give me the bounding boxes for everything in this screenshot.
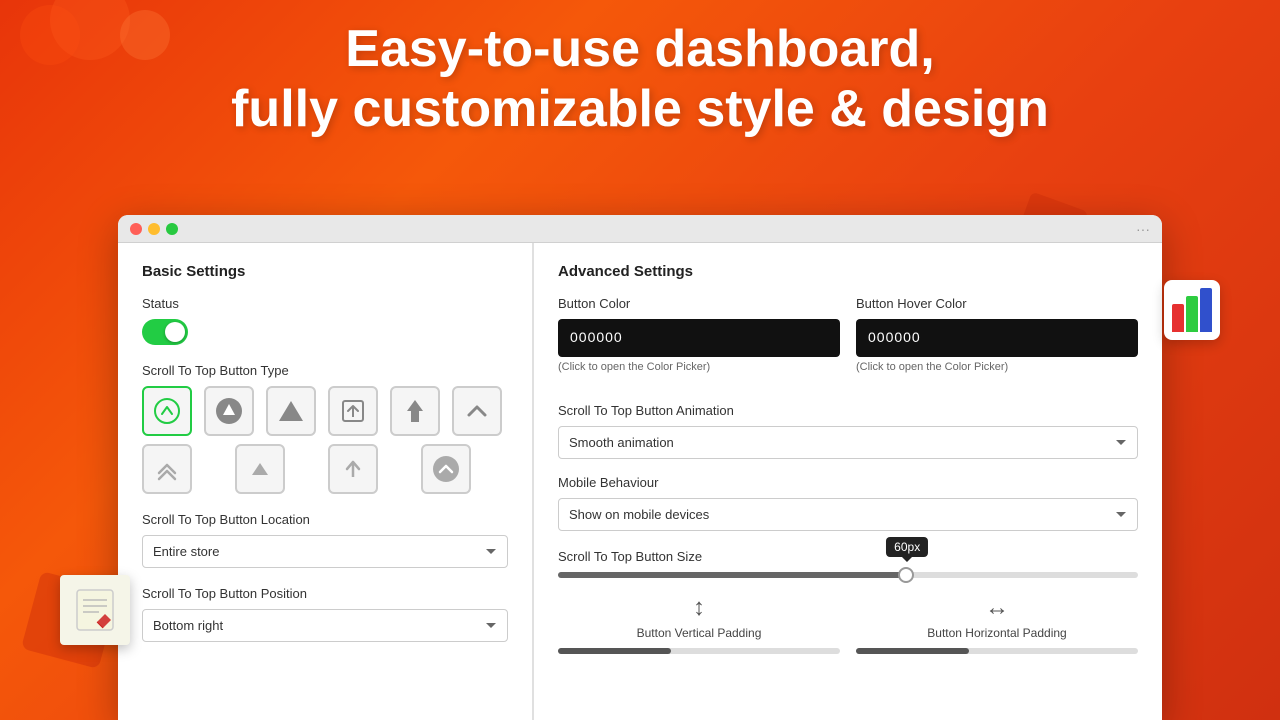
size-field: Scroll To Top Button Size 60px: [558, 549, 1138, 578]
button-color-hint: (Click to open the Color Picker): [558, 361, 840, 373]
status-field: Status: [142, 296, 508, 345]
btn-type-3[interactable]: [266, 386, 316, 436]
button-hover-color-value: 000000: [868, 329, 921, 345]
chart-bar-3: [1200, 288, 1212, 332]
button-type-grid-row2: [142, 444, 508, 494]
app-window: ··· Basic Settings Status Scroll To Top …: [118, 215, 1162, 720]
status-toggle-wrapper: [142, 319, 508, 345]
size-label: Scroll To Top Button Size: [558, 549, 1138, 564]
button-type-field: Scroll To Top Button Type: [142, 363, 508, 494]
animation-select[interactable]: Smooth animation No animation Bounce Fad…: [558, 426, 1138, 459]
location-select[interactable]: Entire store Home page only All pages ex…: [142, 535, 508, 568]
btn-type-9[interactable]: [328, 444, 378, 494]
button-hover-color-input[interactable]: 000000: [856, 319, 1138, 357]
position-select[interactable]: Bottom right Bottom left Top right Top l…: [142, 609, 508, 642]
padding-row: ↕ Button Vertical Padding ↔ Button Horiz…: [558, 594, 1138, 654]
window-titlebar: ···: [118, 215, 1162, 243]
btn-type-10[interactable]: [421, 444, 471, 494]
horizontal-padding-icon: ↔: [985, 594, 1009, 622]
btn-type-8[interactable]: [235, 444, 285, 494]
button-hover-color-field: Button Hover Color 000000 (Click to open…: [856, 296, 1138, 387]
button-type-label: Scroll To Top Button Type: [142, 363, 508, 378]
btn-type-7[interactable]: [142, 444, 192, 494]
button-color-label: Button Color: [558, 296, 840, 311]
horizontal-padding-fill: [856, 648, 969, 654]
button-type-grid-row1: [142, 386, 508, 436]
mobile-select[interactable]: Show on mobile devices Hide on mobile de…: [558, 498, 1138, 531]
left-panel: Basic Settings Status Scroll To Top Butt…: [118, 243, 533, 720]
size-slider-tooltip: 60px: [886, 537, 928, 557]
status-label: Status: [142, 296, 508, 311]
mobile-field: Mobile Behaviour Show on mobile devices …: [558, 475, 1138, 531]
basic-settings-title: Basic Settings: [142, 263, 508, 280]
chart-bar-1: [1172, 304, 1184, 332]
size-slider-fill: [558, 572, 906, 578]
button-hover-color-hint: (Click to open the Color Picker): [856, 361, 1138, 373]
location-field: Scroll To Top Button Location Entire sto…: [142, 512, 508, 568]
size-slider-thumb[interactable]: 60px: [898, 567, 914, 583]
horizontal-padding-field: ↔ Button Horizontal Padding: [856, 594, 1138, 654]
hero-line2: fully customizable style & design: [60, 80, 1220, 140]
deco-chart-icon: [1164, 280, 1220, 340]
window-minimize-btn[interactable]: [148, 223, 160, 235]
button-color-value: 000000: [570, 329, 623, 345]
hero-text: Easy-to-use dashboard, fully customizabl…: [0, 20, 1280, 140]
animation-field: Scroll To Top Button Animation Smooth an…: [558, 403, 1138, 459]
horizontal-padding-slider[interactable]: [856, 648, 1138, 654]
button-hover-color-label: Button Hover Color: [856, 296, 1138, 311]
vertical-padding-icon: ↕: [693, 594, 705, 622]
horizontal-padding-label: Button Horizontal Padding: [927, 626, 1066, 640]
position-field: Scroll To Top Button Position Bottom rig…: [142, 586, 508, 642]
location-label: Scroll To Top Button Location: [142, 512, 508, 527]
deco-notepad: [60, 575, 130, 645]
btn-type-2[interactable]: [204, 386, 254, 436]
vertical-padding-slider[interactable]: [558, 648, 840, 654]
vertical-padding-fill: [558, 648, 671, 654]
btn-type-1[interactable]: [142, 386, 192, 436]
btn-type-4[interactable]: [328, 386, 378, 436]
btn-type-5[interactable]: [390, 386, 440, 436]
animation-label: Scroll To Top Button Animation: [558, 403, 1138, 418]
status-toggle[interactable]: [142, 319, 188, 345]
window-maximize-btn[interactable]: [166, 223, 178, 235]
window-titlebar-dots: ···: [1136, 221, 1150, 237]
mobile-label: Mobile Behaviour: [558, 475, 1138, 490]
color-row: Button Color 000000 (Click to open the C…: [558, 296, 1138, 387]
button-color-field: Button Color 000000 (Click to open the C…: [558, 296, 840, 387]
hero-line1: Easy-to-use dashboard,: [60, 20, 1220, 80]
advanced-settings-title: Advanced Settings: [558, 263, 1138, 280]
btn-type-6[interactable]: [452, 386, 502, 436]
vertical-padding-label: Button Vertical Padding: [637, 626, 762, 640]
size-slider-track[interactable]: 60px: [558, 572, 1138, 578]
button-color-input[interactable]: 000000: [558, 319, 840, 357]
window-close-btn[interactable]: [130, 223, 142, 235]
window-content: Basic Settings Status Scroll To Top Butt…: [118, 243, 1162, 720]
position-label: Scroll To Top Button Position: [142, 586, 508, 601]
right-panel: Advanced Settings Button Color 000000 (C…: [534, 243, 1162, 720]
chart-bar-2: [1186, 296, 1198, 332]
vertical-padding-field: ↕ Button Vertical Padding: [558, 594, 840, 654]
